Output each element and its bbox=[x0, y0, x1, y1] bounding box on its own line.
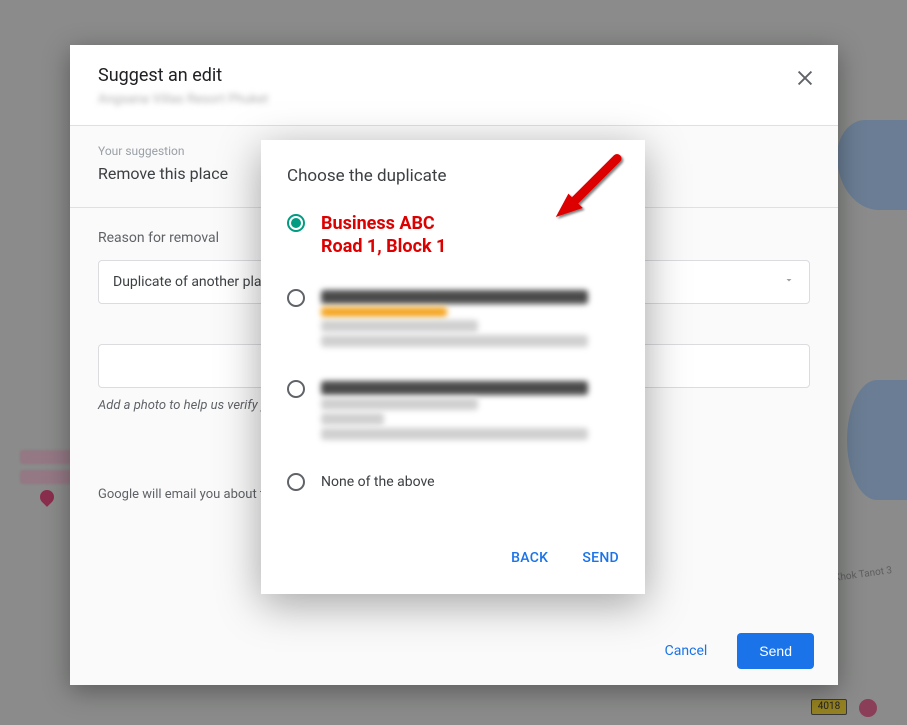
options-list[interactable]: Business ABC Road 1, Block 1 bbox=[261, 202, 645, 534]
radio-icon[interactable] bbox=[287, 380, 305, 398]
dialog-title: Choose the duplicate bbox=[261, 140, 645, 202]
panel-footer: Cancel Send bbox=[70, 617, 838, 685]
blurred-text bbox=[321, 381, 588, 395]
radio-icon[interactable] bbox=[287, 289, 305, 307]
panel-title: Suggest an edit bbox=[98, 65, 810, 86]
blurred-text bbox=[321, 413, 384, 425]
panel-subtitle: Angsana Villas Resort Phuket bbox=[98, 92, 810, 107]
close-icon[interactable] bbox=[794, 67, 816, 89]
blurred-text bbox=[321, 428, 588, 440]
blurred-text bbox=[321, 335, 588, 347]
radio-icon[interactable] bbox=[287, 473, 305, 491]
cancel-button[interactable]: Cancel bbox=[655, 635, 718, 667]
blurred-text bbox=[321, 320, 478, 332]
blurred-text bbox=[321, 398, 478, 410]
blurred-rating bbox=[321, 307, 447, 317]
panel-header: Suggest an edit Angsana Villas Resort Ph… bbox=[70, 45, 838, 126]
send-button[interactable]: Send bbox=[737, 633, 814, 669]
option-body: None of the above bbox=[321, 471, 635, 490]
dialog-footer: BACK SEND bbox=[261, 534, 645, 594]
reason-select-value: Duplicate of another place bbox=[113, 274, 276, 290]
dialog-send-button[interactable]: SEND bbox=[582, 550, 619, 566]
duplicate-option-selected[interactable]: Business ABC Road 1, Block 1 bbox=[287, 202, 635, 277]
choose-duplicate-dialog: Choose the duplicate Business ABC Road 1… bbox=[261, 140, 645, 594]
back-button[interactable]: BACK bbox=[511, 550, 548, 566]
annotated-business-address: Road 1, Block 1 bbox=[321, 235, 635, 258]
option-body: Business ABC Road 1, Block 1 bbox=[321, 212, 635, 259]
annotated-business-name: Business ABC bbox=[321, 212, 635, 235]
option-body bbox=[321, 287, 635, 350]
duplicate-option-blurred[interactable] bbox=[287, 277, 635, 368]
chevron-down-icon bbox=[783, 274, 795, 290]
blurred-text bbox=[321, 290, 588, 304]
radio-icon[interactable] bbox=[287, 214, 305, 232]
option-label: None of the above bbox=[321, 474, 435, 490]
option-body bbox=[321, 378, 635, 443]
duplicate-option-blurred[interactable] bbox=[287, 368, 635, 461]
duplicate-option-none[interactable]: None of the above bbox=[287, 461, 635, 509]
